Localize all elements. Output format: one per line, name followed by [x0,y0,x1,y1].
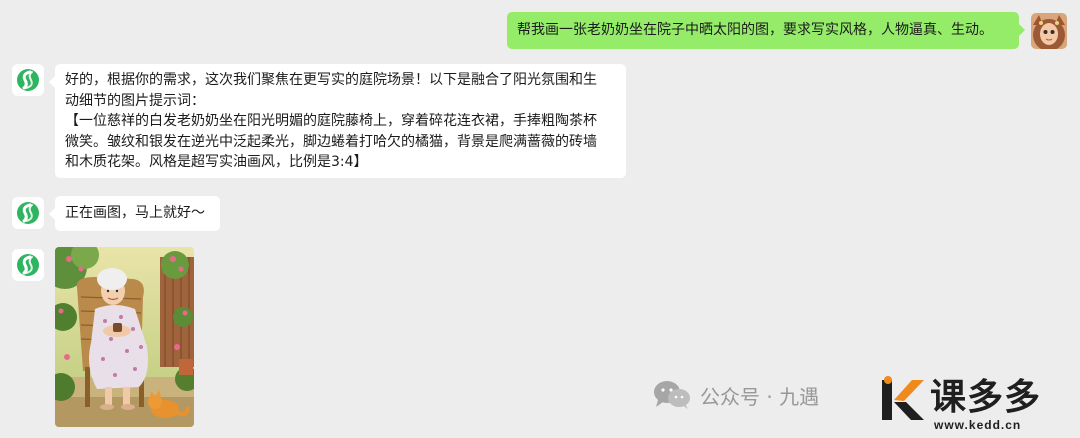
wechat-watermark: 公众号 · 九遇 [652,372,819,418]
bot-status-text: 正在画图，马上就好～ [65,205,205,221]
green-swirl-icon [17,254,39,276]
user-message-text: 帮我画一张老奶奶坐在院子中晒太阳的图，要求写实风格，人物逼真、生动。 [517,22,993,38]
bot-reply-line: 微笑。皱纹和银发在逆光中泛起柔光，脚边蜷着打哈欠的橘猫，背景是爬满蔷薇的砖墙 [65,133,597,150]
user-message-bubble: 帮我画一张老奶奶坐在院子中晒太阳的图，要求写实风格，人物逼真、生动。 [507,12,1025,49]
green-swirl-icon [17,202,39,224]
bot-status-bubble: 正在画图，马上就好～ [49,196,220,231]
kedd-url: www.kedd.cn [934,418,1022,432]
user-avatar-image [1031,13,1067,49]
generated-image[interactable] [55,247,194,427]
user-avatar[interactable] [1031,13,1067,49]
bot-avatar[interactable] [12,197,44,229]
k-logo-icon [882,376,924,420]
wechat-icon [654,381,690,409]
watermark-text: 公众号 · 九遇 [700,384,820,409]
bot-reply-line: 和木质花架。风格是超写实油画风，比例是3:4】 [65,154,368,170]
bot-avatar[interactable] [12,64,44,96]
green-swirl-icon [17,69,39,91]
grandma-garden-painting [55,247,194,427]
bot-reply-line: 【一位慈祥的白发老奶奶坐在阳光明媚的庭院藤椅上，穿着碎花连衣裙，手捧粗陶茶杯 [65,113,597,129]
kedd-logo: 课多多 www.kedd.cn [878,372,1078,436]
bot-reply-line: 动细节的图片提示词： [65,92,205,109]
kedd-brand-name: 课多多 [930,377,1042,418]
bot-avatar[interactable] [12,249,44,281]
bot-reply-line: 好的，根据你的需求，这次我们聚焦在更写实的庭院场景！以下是融合了阳光氛围和生 [65,72,597,88]
bot-reply-bubble: 好的，根据你的需求，这次我们聚焦在更写实的庭院场景！以下是融合了阳光氛围和生 动… [49,64,626,178]
